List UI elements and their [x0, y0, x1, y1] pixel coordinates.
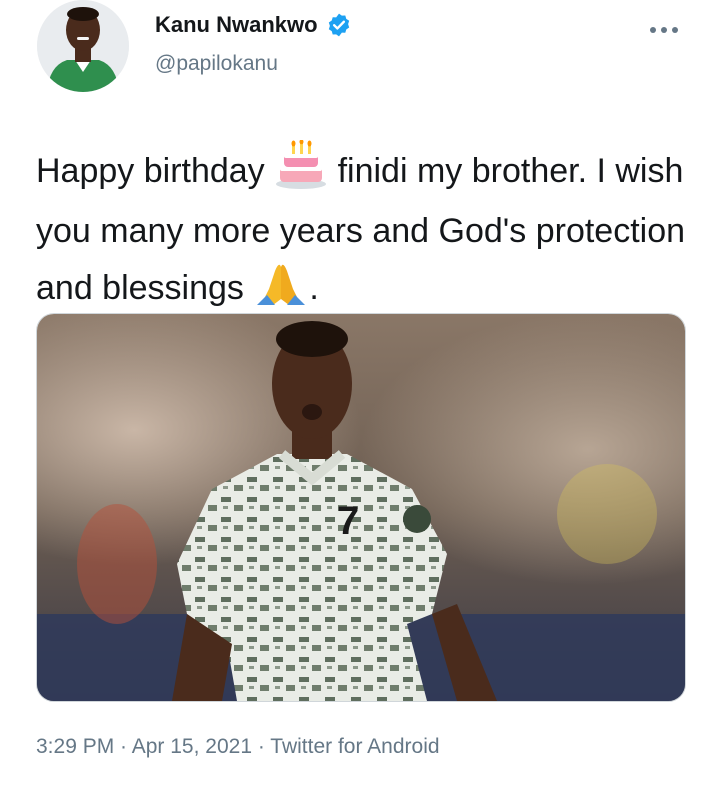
avatar[interactable] — [37, 0, 129, 92]
tweet-date[interactable]: Apr 15, 2021 — [132, 735, 252, 758]
more-horizontal-icon[interactable] — [650, 20, 690, 40]
tweet-text-part1: Happy birthday — [36, 152, 275, 190]
tweet-source[interactable]: Twitter for Android — [270, 735, 439, 758]
meta-separator: · — [252, 735, 271, 758]
display-name[interactable]: Kanu Nwankwo — [155, 12, 318, 38]
meta-separator: · — [114, 735, 132, 758]
tweet-time[interactable]: 3:29 PM — [36, 735, 114, 758]
svg-text:7: 7 — [337, 499, 359, 543]
tweet-text: Happy birthday finidi my brother. I wish… — [36, 139, 686, 322]
tweet-metadata: 3:29 PM · Apr 15, 2021 · Twitter for And… — [36, 735, 440, 759]
tweet-header: Kanu Nwankwo @papilokanu — [0, 0, 720, 110]
user-handle[interactable]: @papilokanu — [155, 52, 278, 76]
user-name-row: Kanu Nwankwo — [155, 12, 352, 38]
verified-badge-icon — [328, 13, 349, 37]
birthday-cake-icon — [274, 139, 328, 205]
tweet-photo[interactable]: 7 — [36, 313, 686, 702]
tweet-text-part3: . — [309, 269, 319, 307]
